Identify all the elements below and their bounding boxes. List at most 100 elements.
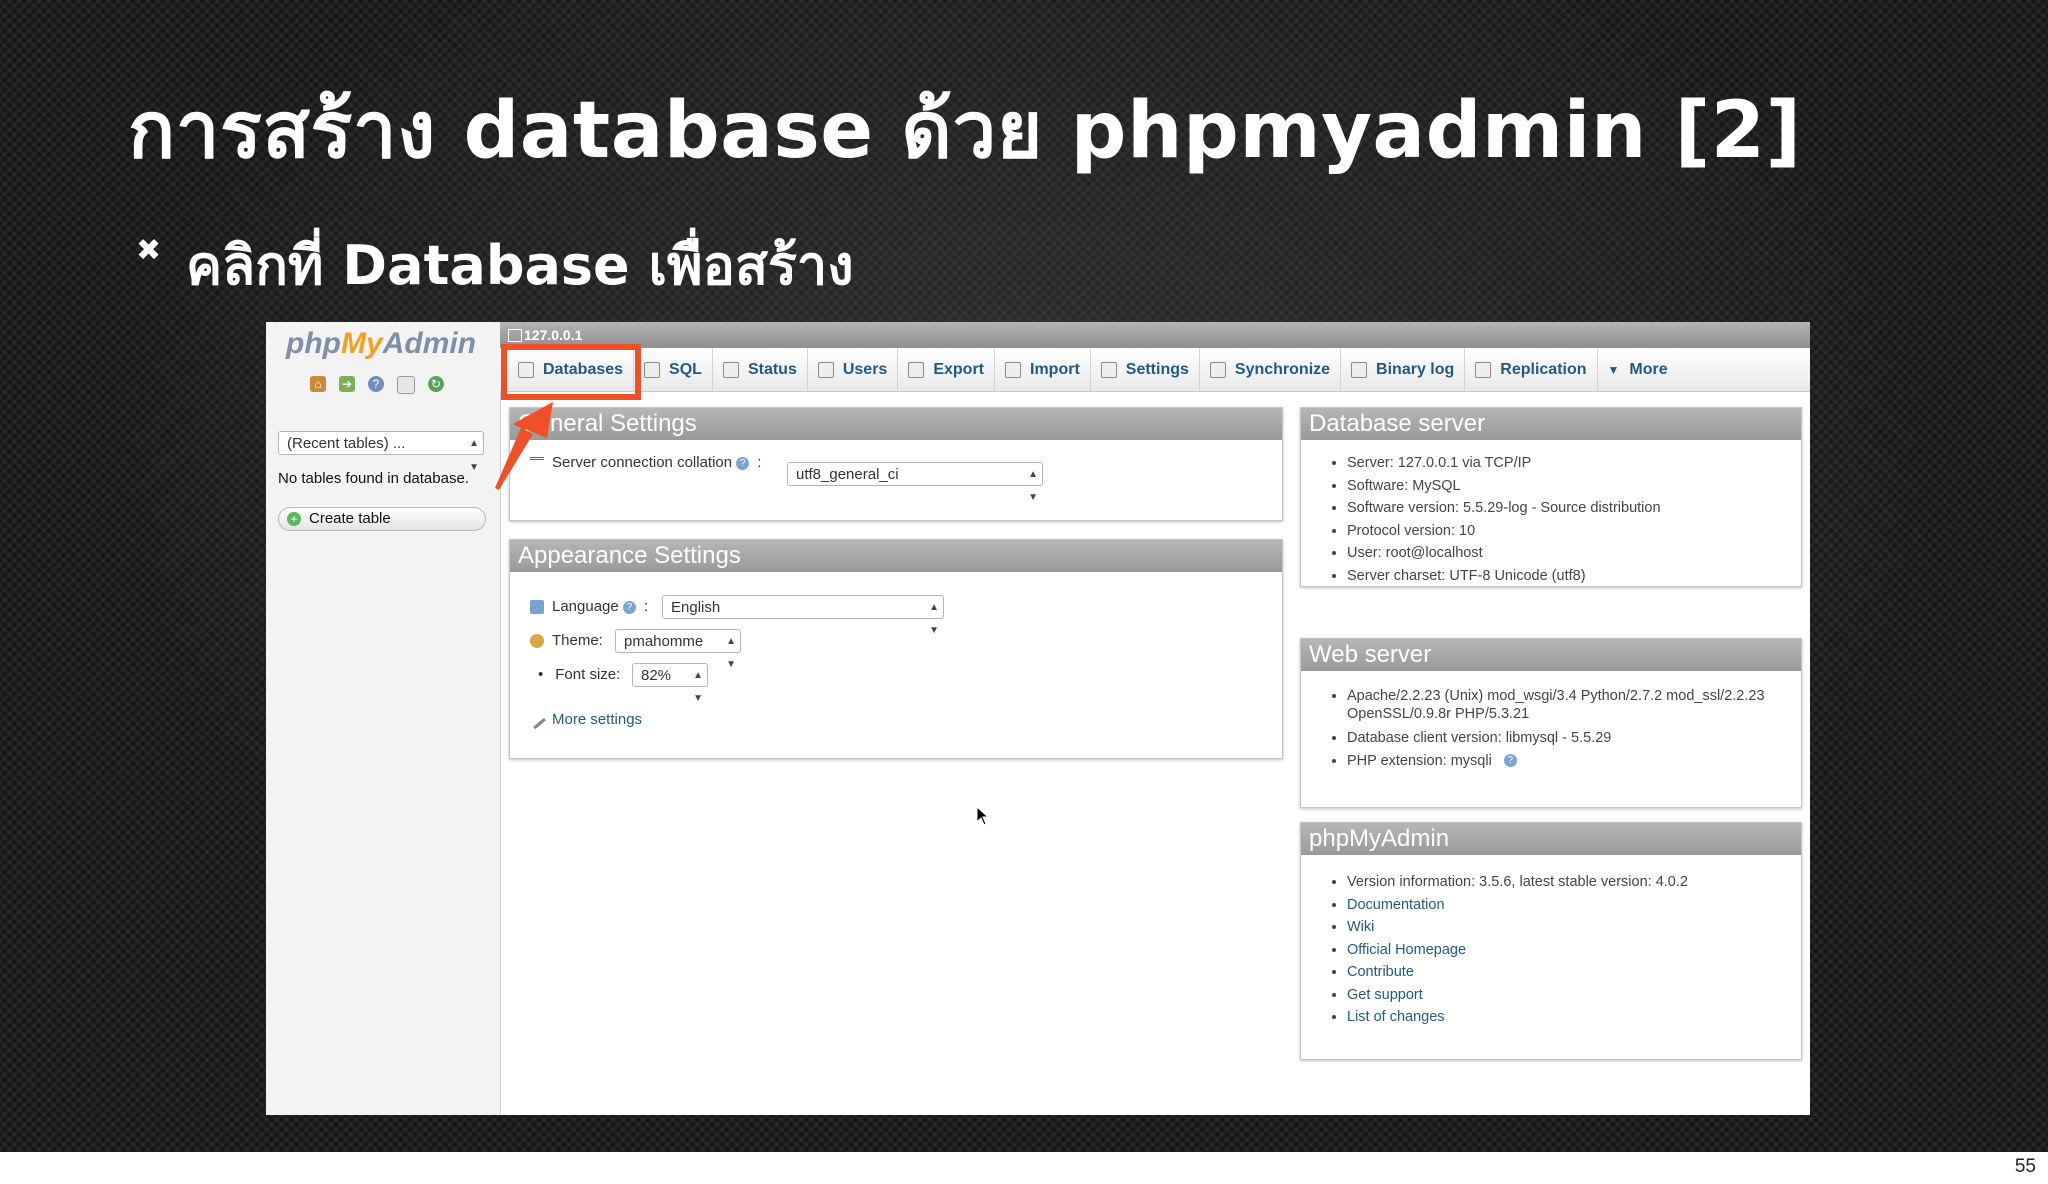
tab-label: Binary log xyxy=(1376,360,1455,378)
slide-title: การสร้าง database ด้วย phpmyadmin [2] xyxy=(128,86,1802,176)
tab-users[interactable]: Users xyxy=(808,347,899,392)
tab-sql[interactable]: SQL xyxy=(634,347,713,392)
list-item: Software: MySQL xyxy=(1347,475,1661,498)
pointer-arrow-icon xyxy=(495,402,553,490)
panel-title: Web server xyxy=(1301,639,1801,671)
language-label: Language xyxy=(552,598,619,615)
help-icon[interactable]: ? xyxy=(1503,754,1517,768)
list-item: Server: 127.0.0.1 via TCP/IP xyxy=(1347,452,1661,475)
tab-settings[interactable]: Settings xyxy=(1091,347,1200,392)
theme-label: Theme: xyxy=(552,632,603,649)
more-settings-row: More settings xyxy=(528,711,642,729)
link-text[interactable]: Documentation xyxy=(1347,897,1445,913)
link-text[interactable]: Get support xyxy=(1347,987,1423,1003)
tab-export[interactable]: Export xyxy=(898,347,995,392)
tab-label: Export xyxy=(933,360,984,378)
panel-title: phpMyAdmin xyxy=(1301,823,1801,855)
top-tab-bar: Databases SQL Status Users Export Import… xyxy=(500,347,1810,392)
query-icon[interactable]: ? xyxy=(368,376,384,392)
databases-tab-highlight xyxy=(501,344,641,400)
link-text[interactable]: Contribute xyxy=(1347,964,1414,980)
no-tables-message: No tables found in database. xyxy=(278,470,469,487)
help-icon[interactable]: ? xyxy=(622,600,636,614)
appearance-settings-panel: Appearance Settings Language? : English ▲… xyxy=(509,539,1283,759)
tab-more[interactable]: ▼ More xyxy=(1598,348,1678,392)
list-of-changes-link[interactable]: List of changes xyxy=(1347,1006,1688,1029)
sidebar-icon-bar: ⌂ ➔ ? ↻ xyxy=(310,376,444,394)
select-arrows-icon: ▲ ▼ xyxy=(469,438,479,473)
tab-replication[interactable]: Replication xyxy=(1465,347,1598,392)
tab-status[interactable]: Status xyxy=(713,347,808,392)
tab-synchronize[interactable]: Synchronize xyxy=(1200,347,1342,392)
tab-label: Settings xyxy=(1125,360,1189,378)
theme-select[interactable]: pmahomme ▲ ▼ xyxy=(615,629,741,670)
language-select[interactable]: English ▲ ▼ xyxy=(662,595,944,636)
tab-label: Status xyxy=(747,360,797,378)
list-item: Software version: 5.5.29-log - Source di… xyxy=(1347,497,1661,520)
web-server-panel: Web server Apache/2.2.23 (Unix) mod_wsgi… xyxy=(1300,638,1802,808)
sql-icon xyxy=(644,361,661,378)
log-icon xyxy=(1351,361,1368,378)
docs-icon[interactable] xyxy=(397,376,415,394)
more-settings-link[interactable]: More settings xyxy=(552,711,642,728)
database-server-list: Server: 127.0.0.1 via TCP/IP Software: M… xyxy=(1329,452,1661,587)
plus-icon: + xyxy=(287,512,301,526)
font-size-label: Font size: xyxy=(555,666,621,683)
list-item: Protocol version: 10 xyxy=(1347,520,1661,543)
panel-title: General Settings xyxy=(510,408,1282,440)
list-item: User: root@localhost xyxy=(1347,542,1661,565)
sync-icon xyxy=(1209,361,1226,378)
server-breadcrumb[interactable]: 127.0.0.1 xyxy=(500,322,1810,348)
contribute-link[interactable]: Contribute xyxy=(1347,961,1688,984)
wiki-link[interactable]: Wiki xyxy=(1347,916,1688,939)
recent-tables-select[interactable]: (Recent tables) ... ▲ ▼ xyxy=(278,431,484,473)
tab-import[interactable]: Import xyxy=(995,347,1091,392)
breadcrumb-server: 127.0.0.1 xyxy=(524,327,583,343)
language-value: English xyxy=(671,599,721,616)
font-size-value: 82% xyxy=(641,667,672,684)
help-icon[interactable]: ? xyxy=(736,456,750,470)
database-server-panel: Database server Server: 127.0.0.1 via TC… xyxy=(1300,407,1802,587)
panel-title: Appearance Settings xyxy=(510,540,1282,572)
chevron-down-icon: ▼ xyxy=(1607,362,1620,377)
bullet-icon: ✖ xyxy=(136,233,162,268)
reload-icon[interactable]: ↻ xyxy=(428,376,444,392)
create-table-button[interactable]: + Create table xyxy=(278,507,486,531)
list-item: Apache/2.2.23 (Unix) mod_wsgi/3.4 Python… xyxy=(1347,687,1797,723)
tab-binary-log[interactable]: Binary log xyxy=(1341,347,1466,392)
documentation-link[interactable]: Documentation xyxy=(1347,894,1688,917)
link-text[interactable]: Official Homepage xyxy=(1347,942,1466,958)
navigation-sidebar: phpMyAdmin ⌂ ➔ ? ↻ (Recent tables) ... ▲ ▼… xyxy=(266,322,501,1115)
font-size-row: • Font size: xyxy=(538,666,620,683)
font-size-select[interactable]: 82% ▲ ▼ xyxy=(632,663,708,704)
collation-value: utf8_general_ci xyxy=(796,466,899,483)
slide-footer: 55 xyxy=(0,1152,2048,1184)
recent-tables-value: (Recent tables) ... xyxy=(287,435,406,452)
slide-bullet-text: คลิกที่ Database เพื่อสร้าง xyxy=(186,234,854,297)
tab-label: Import xyxy=(1030,360,1080,378)
tab-label: Users xyxy=(842,360,888,378)
select-arrows-icon: ▲ ▼ xyxy=(693,670,703,704)
phpmyadmin-logo[interactable]: phpMyAdmin xyxy=(286,327,476,361)
panel-title: Database server xyxy=(1301,408,1801,440)
bullet-dot: • xyxy=(538,666,544,683)
web-server-list: Apache/2.2.23 (Unix) mod_wsgi/3.4 Python… xyxy=(1329,687,1797,772)
get-support-link[interactable]: Get support xyxy=(1347,984,1688,1007)
tab-label: SQL xyxy=(669,360,702,378)
link-text[interactable]: Wiki xyxy=(1347,919,1374,935)
list-item: Version information: 3.5.6, latest stabl… xyxy=(1347,871,1688,894)
link-text[interactable]: List of changes xyxy=(1347,1009,1445,1025)
wrench-icon xyxy=(1100,361,1117,378)
export-icon xyxy=(908,361,925,378)
list-item: Database client version: libmysql - 5.5.… xyxy=(1347,727,1797,750)
tab-label: Replication xyxy=(1500,360,1587,378)
collation-label: Server connection collation xyxy=(552,454,733,471)
mouse-cursor-icon xyxy=(976,806,990,826)
phpmyadmin-info-list: Version information: 3.5.6, latest stabl… xyxy=(1329,871,1688,1029)
collation-select[interactable]: utf8_general_ci ▲ ▼ xyxy=(787,462,1043,503)
home-icon[interactable]: ⌂ xyxy=(310,376,326,392)
exit-icon[interactable]: ➔ xyxy=(339,376,355,392)
official-homepage-link[interactable]: Official Homepage xyxy=(1347,939,1688,962)
status-icon xyxy=(722,361,739,378)
php-extension-text: PHP extension: mysqli xyxy=(1347,752,1492,769)
